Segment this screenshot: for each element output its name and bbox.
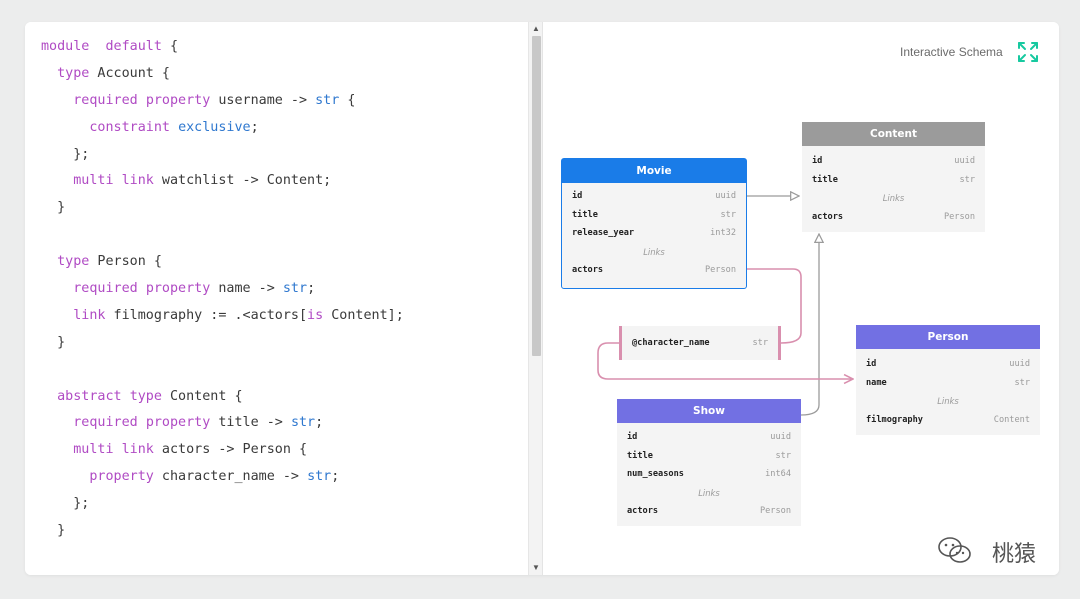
link-type: Person (759, 506, 791, 516)
show-extends-content-wire (800, 234, 819, 416)
field-type: uuid (954, 156, 975, 166)
show-header: Show (617, 399, 801, 423)
field-type: int64 (765, 469, 791, 479)
links-label: Links (937, 396, 959, 406)
content-type-box[interactable]: Content id uuid title str Links actors Pers… (802, 122, 985, 232)
field-type: str (720, 209, 736, 220)
show-type-box[interactable]: Show id uuid title str num_seasons int64 Li… (617, 399, 801, 526)
field-name: id (627, 432, 638, 442)
movie-type-box[interactable]: Movie id uuid title str release_year int32 … (561, 158, 747, 289)
field-name: title (812, 174, 838, 185)
movie-header: Movie (562, 159, 746, 183)
field-name: id (572, 191, 583, 201)
field-type: str (1014, 377, 1030, 388)
field-type: str (775, 450, 791, 461)
link-type: Person (704, 265, 736, 275)
field-type: uuid (770, 432, 791, 442)
content-header: Content (802, 122, 985, 146)
watermark-text: 桃猿 (992, 542, 1037, 567)
main-card: module default { type Account { required… (25, 22, 1059, 575)
field-name: id (812, 156, 823, 166)
field-name: title (627, 450, 653, 461)
field-type: int32 (710, 228, 736, 238)
field-name: num_seasons (627, 469, 684, 479)
links-label: Links (643, 246, 665, 257)
link-name: actors (627, 506, 659, 516)
link-type: Person (943, 211, 975, 222)
link-name: filmography (866, 414, 923, 425)
field-type: str (959, 174, 975, 185)
link-type: Content (993, 414, 1030, 425)
wechat-icon (938, 537, 971, 563)
link-property-type: str (752, 338, 768, 348)
field-name: title (572, 209, 598, 220)
field-name: release_year (572, 228, 635, 238)
links-label: Links (698, 487, 720, 498)
links-label: Links (882, 193, 905, 203)
link-name: actors (812, 211, 844, 222)
field-type: uuid (1009, 359, 1030, 369)
person-header: Person (856, 325, 1040, 349)
link-name: actors (572, 265, 604, 275)
field-type: uuid (715, 191, 736, 201)
schema-wires (597, 22, 1059, 416)
field-name: name (866, 377, 887, 388)
link-property-box[interactable]: @character_name str (619, 326, 781, 360)
person-type-box[interactable]: Person id uuid name str Links filmography C… (856, 325, 1040, 435)
link-property-name: @character_name (632, 338, 710, 348)
field-name: id (866, 359, 877, 369)
